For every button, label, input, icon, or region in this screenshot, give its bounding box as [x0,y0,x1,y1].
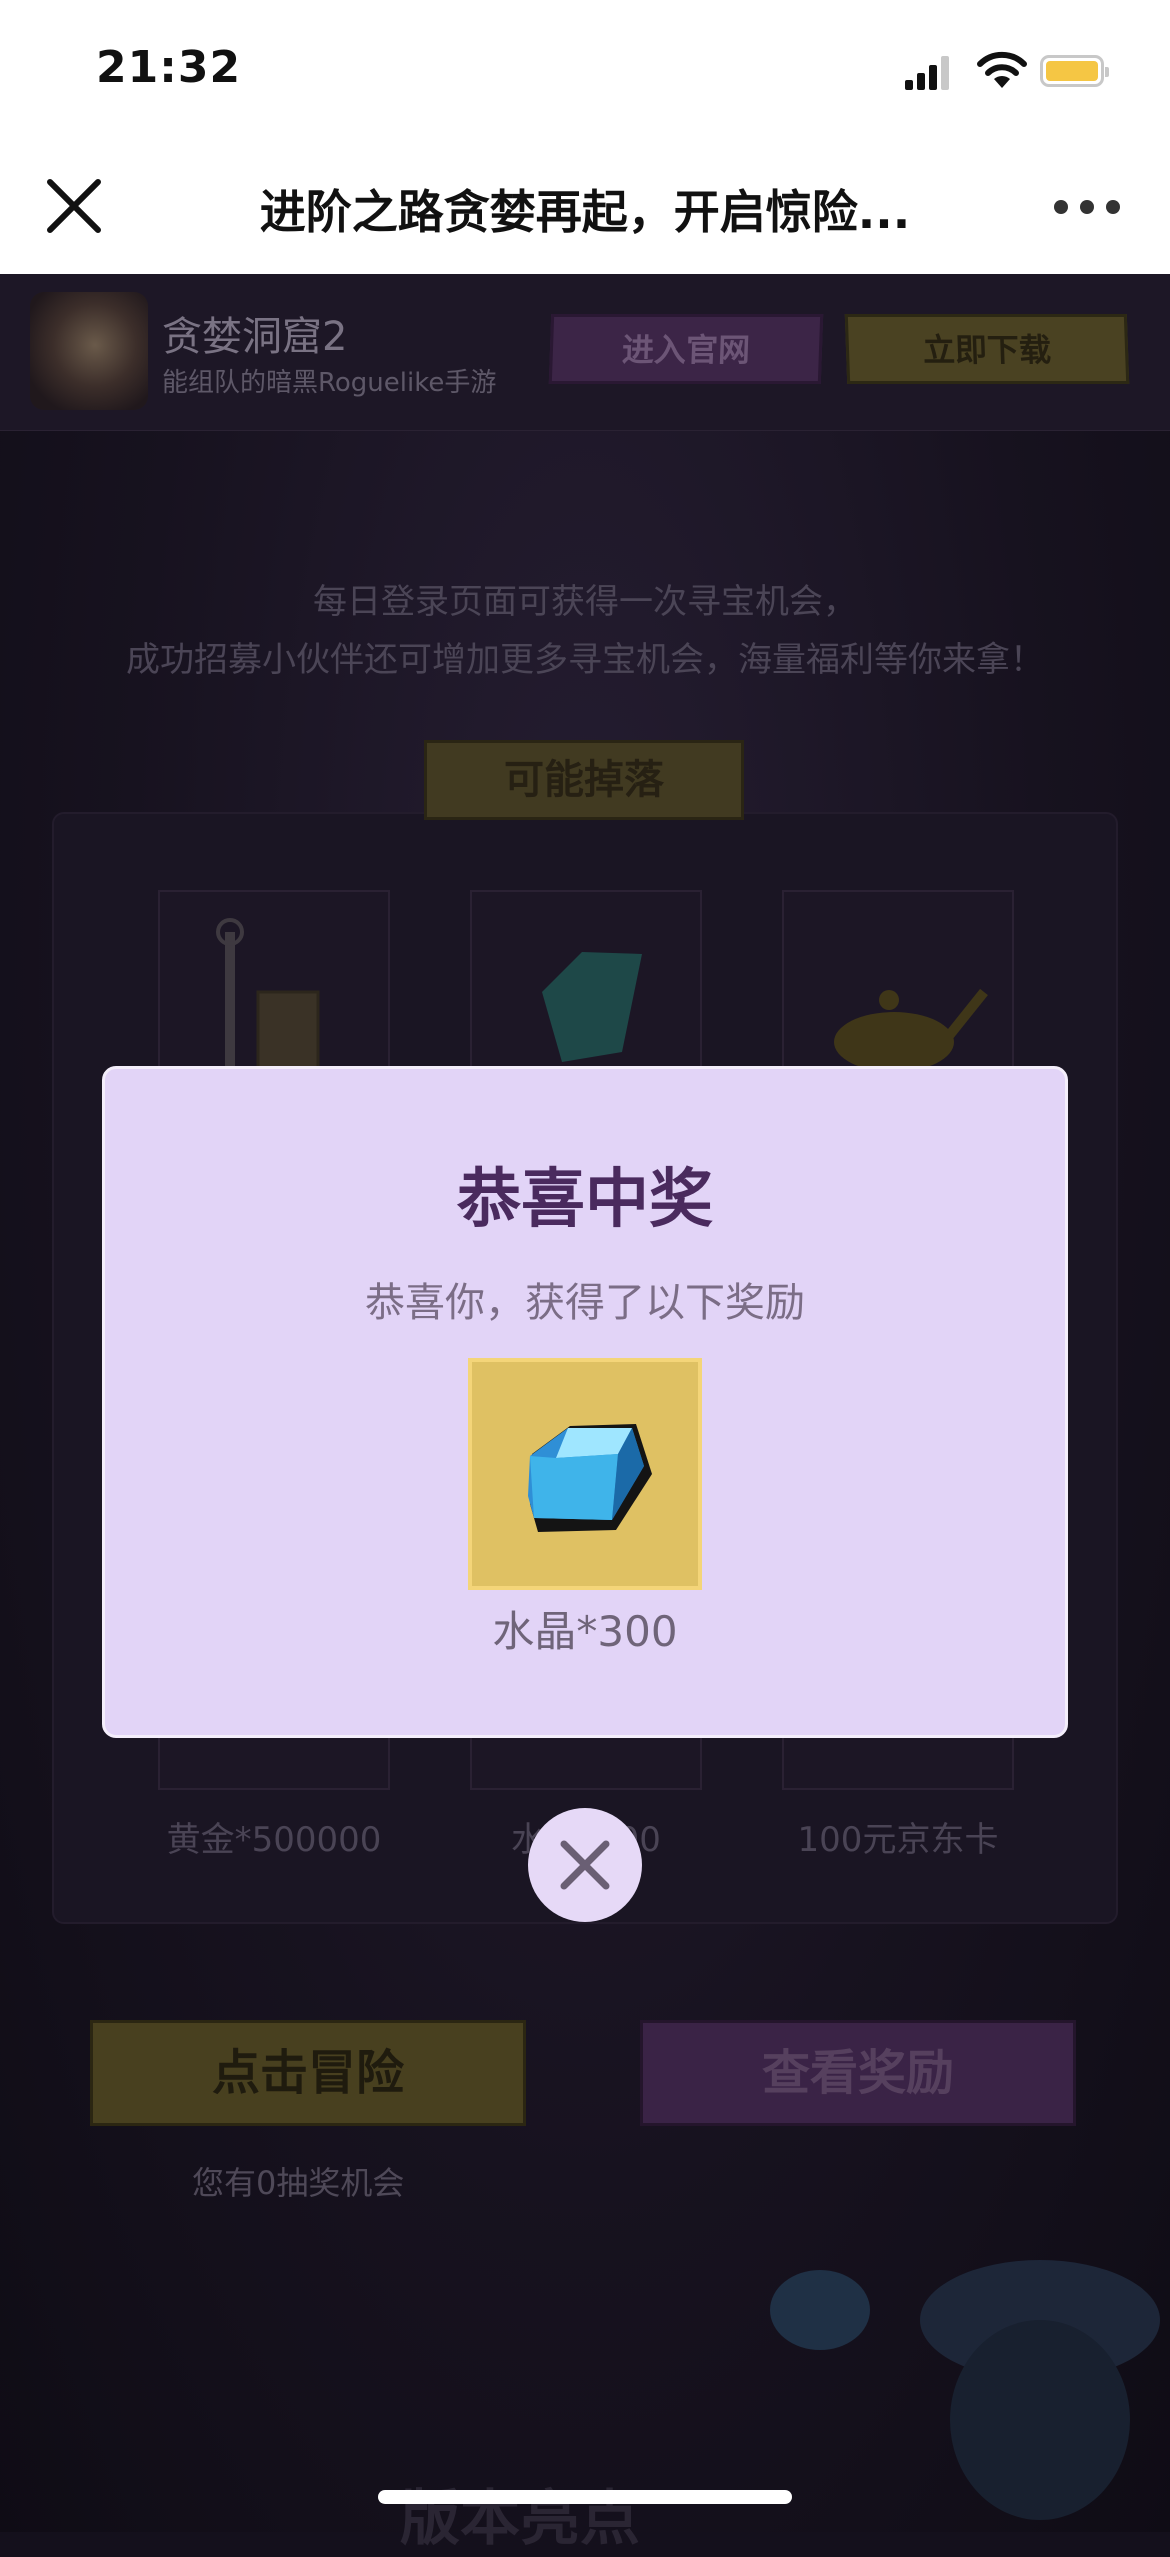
signal-icon [905,56,949,90]
adventure-button[interactable]: 点击冒险 [90,2020,526,2126]
prize-label: 水晶*300 [492,1607,678,1656]
more-dots-icon[interactable] [1054,200,1120,214]
home-indicator[interactable] [378,2490,792,2504]
character-illustration [770,2260,1160,2520]
battery-icon [1040,55,1109,87]
modal-close-button[interactable] [528,1808,642,1922]
section-heading: 版本亮点 [400,2484,640,2554]
wifi-icon [977,51,1027,88]
page-title: 进阶之路贪婪再起，开启惊险... [259,185,911,239]
game-subtitle: 能组队的暗黑Roguelike手游 [162,368,497,398]
close-icon[interactable] [44,176,104,236]
crystal-icon [542,952,642,1062]
chances-text: 您有0抽奖机会 [192,2164,405,2202]
download-button[interactable]: 立即下载 [844,314,1130,384]
modal-title: 恭喜中奖 [457,1163,713,1237]
description-line-2: 成功招募小伙伴还可增加更多寻宝机会，海量福利等你来拿！ [126,640,1044,680]
crystal-icon [528,1424,652,1532]
game-avatar[interactable] [30,292,148,410]
enter-site-button[interactable]: 进入官网 [548,314,824,384]
close-icon[interactable] [528,1808,642,1922]
game-name: 贪婪洞窟2 [162,314,348,360]
prize-item [468,1358,702,1590]
status-time: 21:32 [96,42,242,93]
drop-label-giftcard: 100元京东卡 [797,1820,999,1860]
lamp-icon [834,988,988,1072]
drop-label-gold: 黄金*500000 [166,1820,382,1860]
banner-icon [216,918,320,1082]
modal-message: 恭喜你，获得了以下奖励 [365,1280,805,1326]
description-line-1: 每日登录页面可获得一次寻宝机会， [313,582,857,622]
drop-tag: 可能掉落 [424,740,744,820]
view-reward-button[interactable]: 查看奖励 [640,2020,1076,2126]
